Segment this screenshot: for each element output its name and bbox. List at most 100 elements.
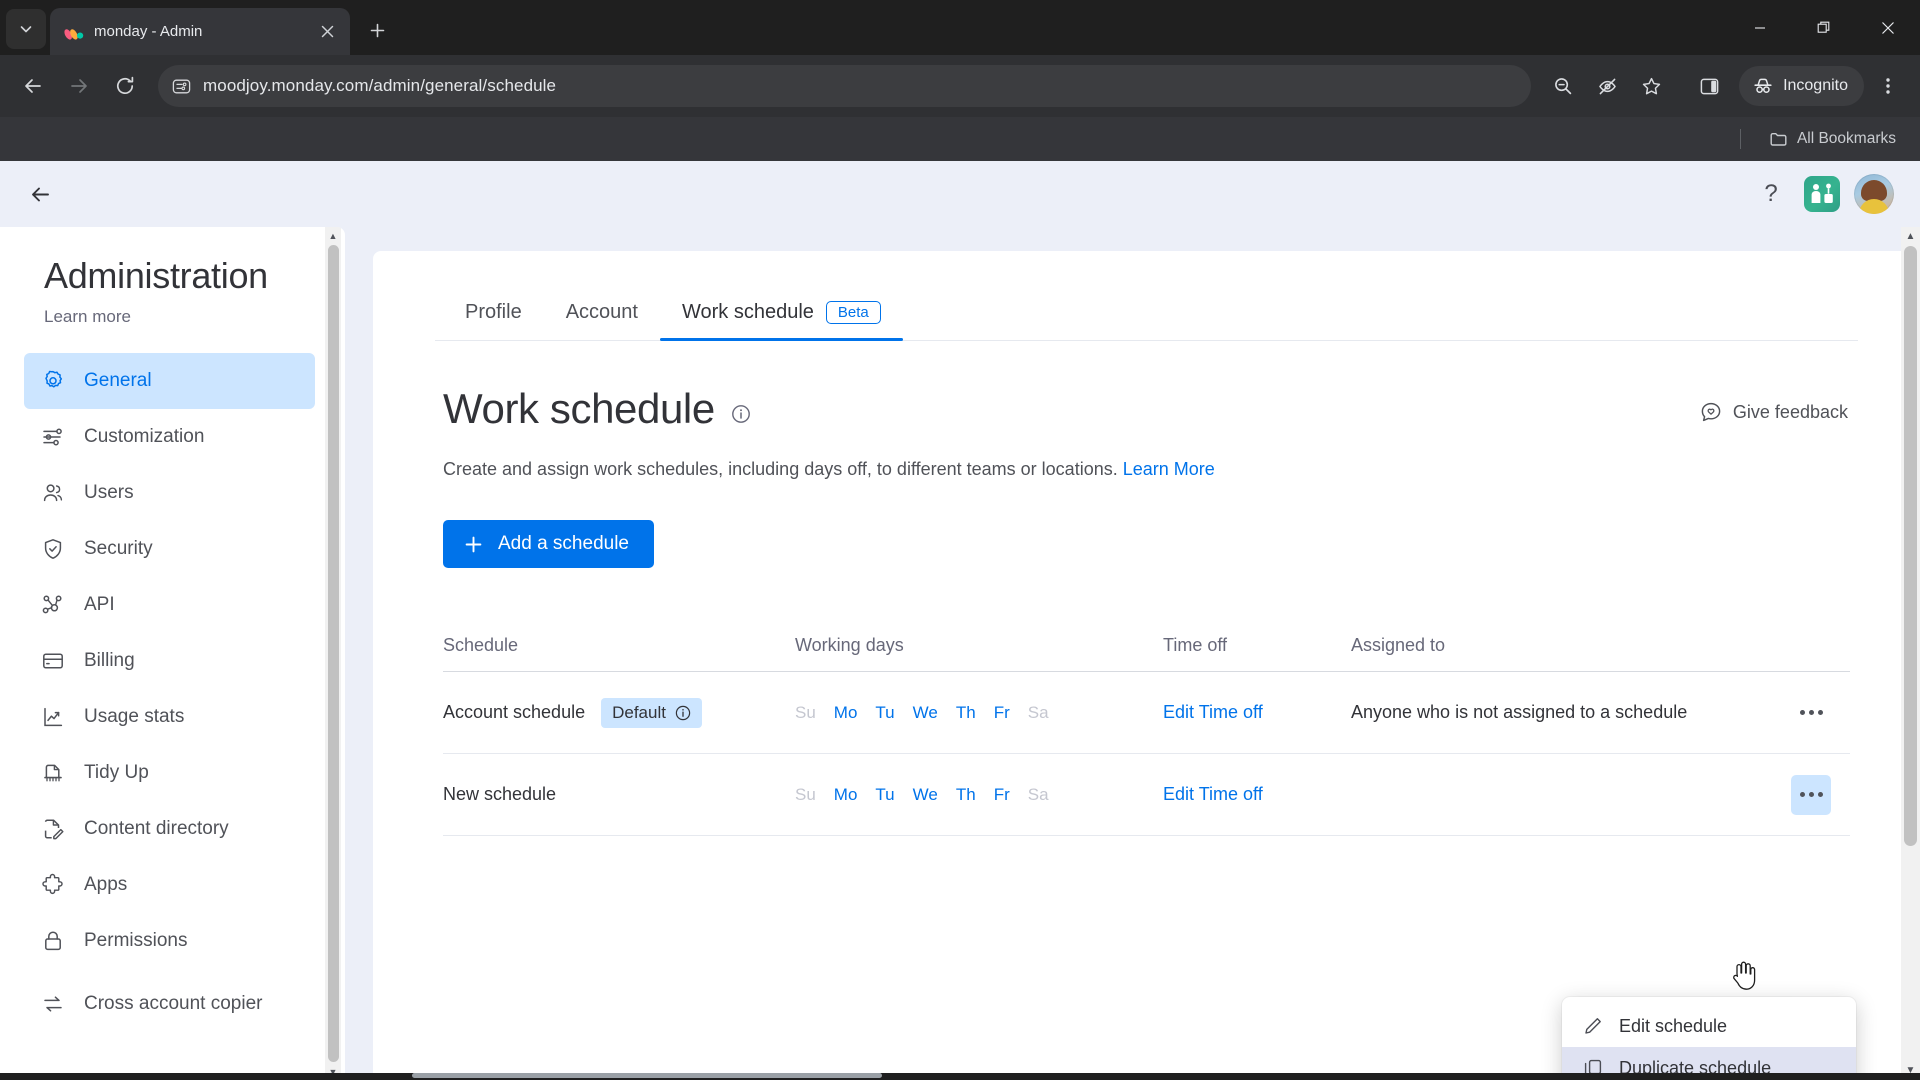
window-minimize-button[interactable] [1728, 0, 1792, 55]
sidebar-item-content-directory[interactable]: Content directory [24, 801, 315, 857]
tab-search-button[interactable] [6, 9, 46, 49]
info-circle-icon[interactable] [675, 705, 691, 721]
sidebar-item-api[interactable]: API [24, 577, 315, 633]
day-th[interactable]: Th [956, 703, 976, 723]
bookmark-button[interactable] [1631, 66, 1671, 106]
scroll-up-arrow[interactable]: ▲ [325, 227, 341, 244]
day-tu[interactable]: Tu [875, 785, 894, 805]
sidebar-item-label: Usage stats [84, 706, 185, 727]
bookmarks-bar: All Bookmarks [0, 117, 1920, 161]
sidebar-item-label: Security [84, 538, 153, 559]
tracking-protection-button[interactable] [1587, 66, 1627, 106]
page-info-icon[interactable] [172, 77, 191, 96]
add-schedule-label: Add a schedule [498, 533, 629, 554]
horizontal-scrollbar-thumb[interactable] [412, 1073, 882, 1078]
side-panel-button[interactable] [1689, 66, 1729, 106]
learn-more-link[interactable]: Learn More [1123, 459, 1215, 479]
sidebar-item-label: Users [84, 482, 134, 503]
day-sa[interactable]: Sa [1028, 703, 1049, 723]
info-circle-icon[interactable] [731, 404, 751, 424]
tab-work-schedule[interactable]: Work schedule Beta [659, 291, 903, 341]
day-fr[interactable]: Fr [994, 703, 1010, 723]
sidebar-item-usage-stats[interactable]: Usage stats [24, 689, 315, 745]
day-mo[interactable]: Mo [834, 703, 858, 723]
all-bookmarks-button[interactable]: All Bookmarks [1761, 125, 1904, 154]
day-sa[interactable]: Sa [1028, 785, 1049, 805]
day-mo[interactable]: Mo [834, 785, 858, 805]
user-avatar[interactable] [1854, 174, 1894, 214]
page-subtitle: Create and assign work schedules, includ… [435, 459, 1858, 480]
day-fr[interactable]: Fr [994, 785, 1010, 805]
chevron-down-icon [20, 26, 32, 33]
app-back-button[interactable] [20, 174, 60, 214]
give-feedback-label: Give feedback [1732, 401, 1848, 422]
day-th[interactable]: Th [956, 785, 976, 805]
sidebar-item-tidy-up[interactable]: Tidy Up [24, 745, 315, 801]
sidebar-item-security[interactable]: Security [24, 521, 315, 577]
edit-time-off-link[interactable]: Edit Time off [1163, 784, 1263, 804]
window-maximize-button[interactable] [1792, 0, 1856, 55]
sidebar-item-cross-account-copier[interactable]: Cross account copier [24, 969, 315, 1039]
broom-icon [40, 760, 66, 786]
row-menu-button[interactable] [1791, 774, 1831, 815]
forward-button[interactable] [58, 65, 100, 107]
page-scrollbar-track[interactable] [1901, 846, 1920, 1061]
edit-time-off-link[interactable]: Edit Time off [1163, 702, 1263, 722]
day-su[interactable]: Su [795, 785, 816, 805]
content-tabs: Profile Account Work schedule Beta [435, 291, 1858, 341]
sidebar-item-apps[interactable]: Apps [24, 857, 315, 913]
dot [1817, 792, 1823, 797]
close-icon [1882, 21, 1894, 34]
page-scrollbar[interactable]: ▲ ▼ [1901, 227, 1920, 1080]
day-su[interactable]: Su [795, 703, 816, 723]
sidebar-item-customization[interactable]: Customization [24, 409, 315, 465]
menu-item-edit-schedule[interactable]: Edit schedule [1562, 1005, 1856, 1047]
incognito-indicator[interactable]: Incognito [1739, 66, 1864, 106]
row-menu-button[interactable] [1791, 693, 1831, 733]
cell-working-days: Su Mo Tu We Th Fr Sa [795, 785, 1163, 805]
bookmarks-separator [1739, 129, 1741, 149]
day-we[interactable]: We [913, 785, 938, 805]
cell-working-days: Su Mo Tu We Th Fr Sa [795, 703, 1163, 723]
admin-sidebar: Administration Learn more General Custom… [0, 227, 345, 1080]
page-scrollbar-thumb[interactable] [1904, 246, 1917, 846]
sidebar-item-users[interactable]: Users [24, 465, 315, 521]
back-arrow-icon [25, 79, 41, 93]
sidebar-item-general[interactable]: General [24, 353, 315, 409]
back-button[interactable] [12, 65, 54, 107]
monday-logo-icon [64, 22, 84, 42]
reload-button[interactable] [104, 65, 146, 107]
browser-menu-button[interactable] [1868, 66, 1908, 106]
sidebar-item-label: Cross account copier [84, 992, 263, 1014]
new-tab-button[interactable] [360, 13, 394, 47]
sidebar-item-permissions[interactable]: Permissions [24, 913, 315, 969]
forward-arrow-icon [71, 79, 87, 93]
tab-profile[interactable]: Profile [443, 291, 544, 340]
zoom-out-button[interactable] [1543, 66, 1583, 106]
browser-tab[interactable]: monday - Admin [50, 8, 350, 55]
day-we[interactable]: We [913, 703, 938, 723]
give-feedback-button[interactable]: Give feedback [1690, 393, 1858, 431]
sidebar-item-label: Permissions [84, 930, 188, 951]
cell-schedule: New schedule [443, 784, 795, 805]
tab-account[interactable]: Account [544, 291, 660, 340]
reload-icon [116, 76, 134, 95]
help-button[interactable]: ? [1752, 175, 1790, 213]
sidebar-scrollbar-thumb[interactable] [327, 245, 339, 1062]
content-wrapper: Profile Account Work schedule Beta Work … [345, 227, 1920, 1080]
sidebar-learn-more-link[interactable]: Learn more [0, 297, 345, 327]
sidebar-scrollbar[interactable]: ▲ ▼ [325, 227, 341, 1080]
scroll-up-arrow[interactable]: ▲ [1901, 227, 1920, 246]
day-tu[interactable]: Tu [875, 703, 894, 723]
monday-app-tile-icon[interactable] [1804, 176, 1840, 212]
browser-window: monday - Admin moodjoy.monday.com/admin/… [0, 0, 1920, 1080]
address-bar[interactable]: moodjoy.monday.com/admin/general/schedul… [158, 65, 1532, 107]
add-schedule-button[interactable]: Add a schedule [443, 520, 654, 568]
window-close-button[interactable] [1856, 0, 1920, 55]
table-header-row: Schedule Working days Time off Assigned … [443, 620, 1850, 672]
sidebar-item-billing[interactable]: Billing [24, 633, 315, 689]
lock-icon [40, 928, 66, 954]
feedback-bubble-icon [1700, 401, 1722, 423]
sidebar-item-label: API [84, 594, 115, 615]
tab-close-button[interactable] [314, 19, 340, 45]
